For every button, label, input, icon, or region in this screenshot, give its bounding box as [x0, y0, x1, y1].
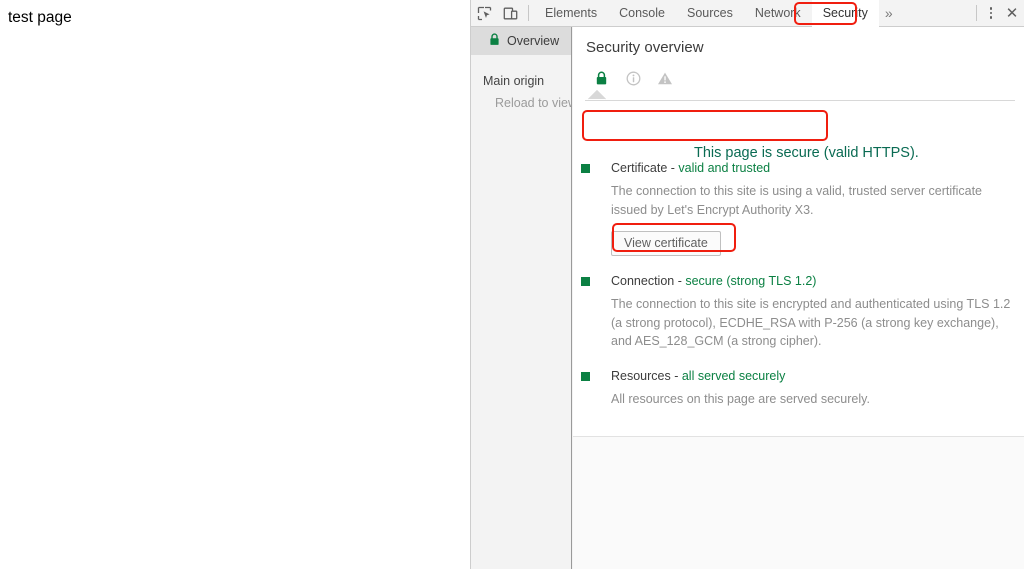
- explanation-title: Resources - all served securely: [611, 367, 1019, 385]
- info-icon[interactable]: [617, 67, 649, 89]
- inspect-element-icon[interactable]: [471, 0, 497, 26]
- explanation-title-status: valid and trusted: [678, 161, 771, 175]
- security-state-icon-row: [585, 67, 681, 89]
- divider-line: [585, 100, 1015, 101]
- sidebar-item-overview[interactable]: Overview: [471, 27, 571, 55]
- page-body-text: test page: [8, 9, 72, 26]
- explanation-title-prefix: Resources -: [611, 369, 682, 383]
- tab-label: Network: [754, 6, 801, 20]
- page-title: Security overview: [586, 39, 704, 56]
- status-bullet-green: [581, 277, 590, 286]
- green-lock-icon: [489, 33, 500, 49]
- explanation-connection: Connection - secure (strong TLS 1.2) The…: [581, 272, 1019, 351]
- explanation-certificate: Certificate - valid and trusted The conn…: [581, 159, 1019, 256]
- tab-label: Security: [822, 6, 868, 20]
- browser-page-viewport: test page: [0, 0, 470, 569]
- kebab-menu-icon[interactable]: [982, 3, 1000, 23]
- close-icon[interactable]: ✕: [1000, 2, 1024, 24]
- explanation-description: The connection to this site is using a v…: [611, 184, 983, 217]
- explanation-title-prefix: Certificate -: [611, 161, 679, 175]
- sidebar-group-main-origin: Main origin: [471, 74, 571, 88]
- tab-sources[interactable]: Sources: [676, 0, 744, 27]
- more-tabs-icon[interactable]: »: [879, 0, 899, 27]
- sidebar-item-label: Overview: [507, 34, 560, 48]
- security-sidebar: Overview Main origin Reload to view: [471, 27, 572, 569]
- close-glyph: ✕: [1005, 5, 1019, 22]
- toolbar-divider-right: [976, 5, 977, 21]
- state-pointer-divider: [585, 89, 1015, 101]
- explanation-title: Certificate - valid and trusted: [611, 159, 1019, 177]
- explanation-description: All resources on this page are served se…: [611, 392, 870, 406]
- tab-console[interactable]: Console: [608, 0, 676, 27]
- security-overview-pane: Security overview This page is secure (v…: [573, 27, 1024, 437]
- status-bullet-green: [581, 372, 590, 381]
- explanation-title-prefix: Connection -: [611, 274, 686, 288]
- explanation-title-status: secure (strong TLS 1.2): [685, 274, 817, 288]
- tab-elements[interactable]: Elements: [534, 0, 608, 27]
- explanation-resources: Resources - all served securely All reso…: [581, 367, 1019, 409]
- toolbar-divider: [528, 5, 529, 21]
- explanation-title: Connection - secure (strong TLS 1.2): [611, 272, 1019, 290]
- tab-security[interactable]: Security: [811, 0, 879, 27]
- view-certificate-button[interactable]: View certificate: [611, 231, 721, 256]
- explanation-title-status: all served securely: [681, 369, 786, 383]
- sidebar-item-reload-to-view[interactable]: Reload to view: [471, 96, 571, 110]
- devtools-panel: Elements Console Sources Network Securit…: [470, 0, 1024, 569]
- lock-icon[interactable]: [585, 67, 617, 89]
- warning-triangle-icon[interactable]: [649, 67, 681, 89]
- tab-label: Sources: [686, 6, 733, 20]
- pointer-triangle: [588, 90, 606, 100]
- tab-label: Elements: [545, 6, 598, 20]
- devtools-toolbar: Elements Console Sources Network Securit…: [471, 0, 1024, 27]
- tab-label: Console: [619, 6, 665, 20]
- sidebar-subitem-label: Reload to view: [495, 96, 572, 110]
- explanation-description: The connection to this site is encrypted…: [611, 297, 1011, 348]
- device-toolbar-icon[interactable]: [497, 0, 523, 26]
- security-main-panel: Security overview This page is secure (v…: [573, 27, 1024, 569]
- sidebar-group-label: Main origin: [483, 74, 545, 88]
- chevrons-right-glyph: »: [884, 5, 893, 21]
- tab-network[interactable]: Network: [744, 0, 812, 27]
- screenshot-root: test page Elements Console Sources Netwo…: [0, 0, 1024, 569]
- status-bullet-green: [581, 164, 590, 173]
